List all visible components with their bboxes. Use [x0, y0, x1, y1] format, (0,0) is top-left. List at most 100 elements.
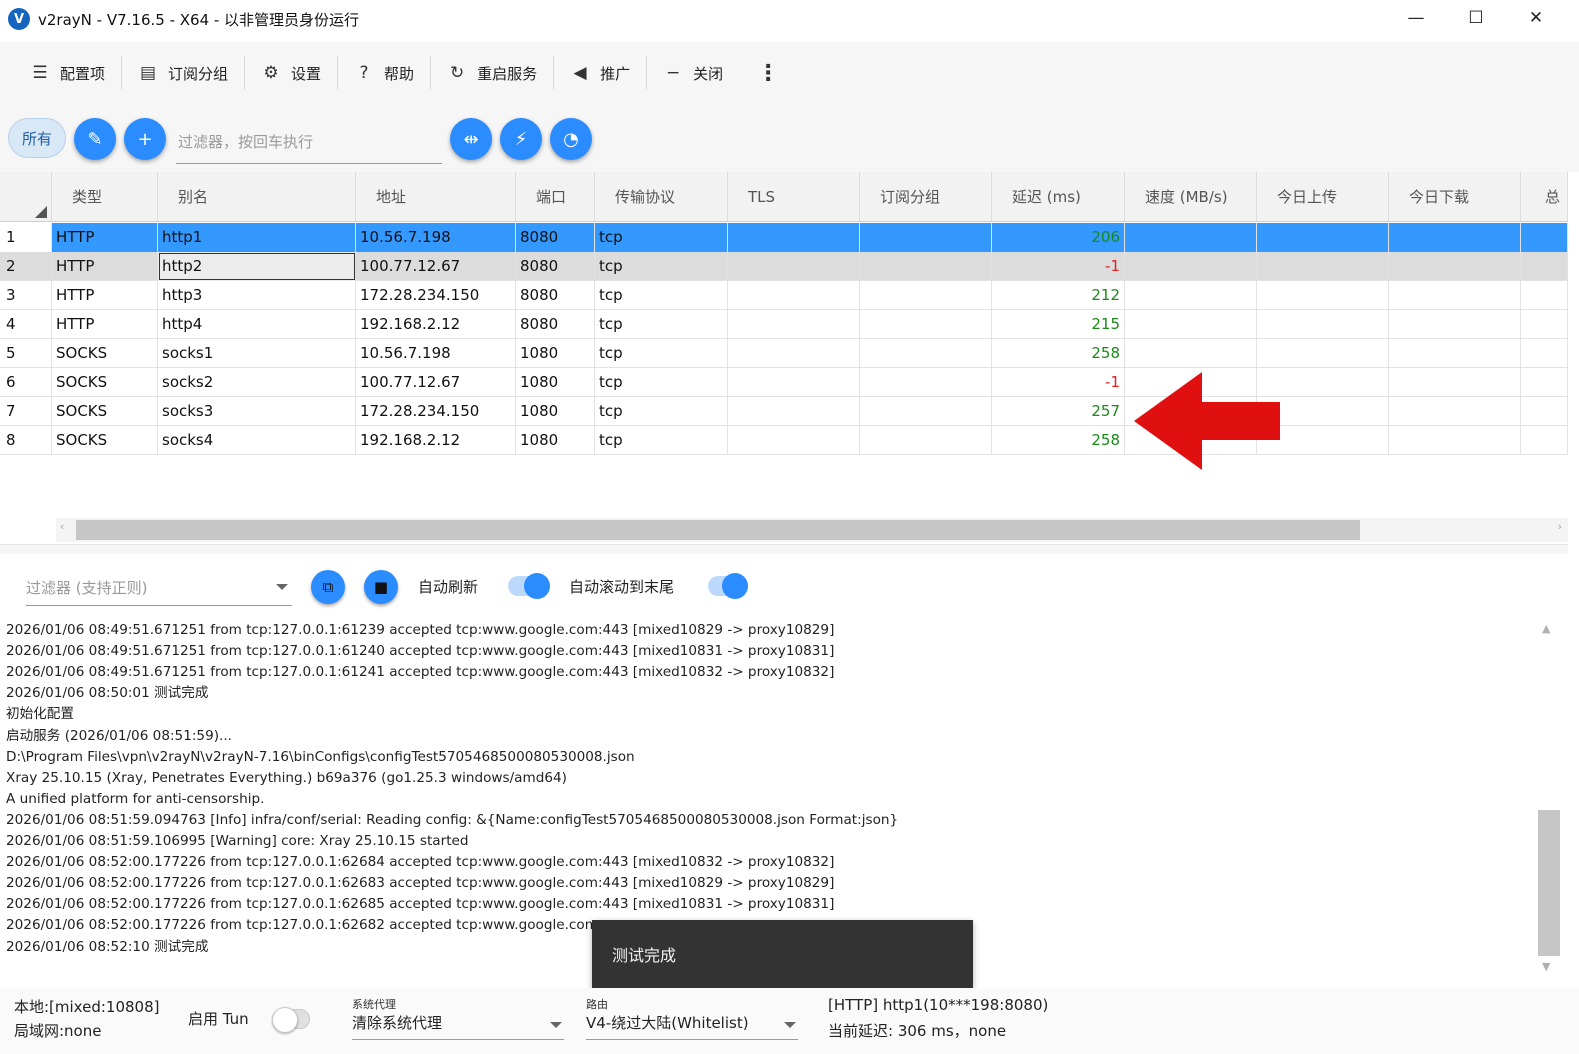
cell-today-down[interactable] — [1389, 426, 1521, 455]
minimize-button[interactable]: — — [1386, 0, 1446, 36]
cell-address[interactable]: 10.56.7.198 — [356, 339, 516, 368]
cell-type[interactable]: SOCKS — [52, 397, 158, 426]
cell-type[interactable]: SOCKS — [52, 339, 158, 368]
cell-type[interactable]: HTTP — [52, 310, 158, 339]
cell-today-down[interactable] — [1389, 252, 1521, 281]
cell-speed[interactable] — [1125, 310, 1257, 339]
cell-address[interactable]: 100.77.12.67 — [356, 368, 516, 397]
clear-log-button[interactable]: ■ — [364, 570, 398, 604]
cell-transport[interactable]: tcp — [595, 426, 728, 455]
cell-today-up[interactable] — [1257, 339, 1389, 368]
cell-total[interactable] — [1521, 368, 1568, 397]
column-header-address[interactable]: 地址 — [356, 172, 516, 222]
log-vertical-scrollbar[interactable]: ▲ ▼ — [1538, 618, 1560, 978]
table-row[interactable]: 6 SOCKS socks2 100.77.12.67 1080 tcp -1 — [0, 368, 1568, 397]
column-header-subgroup[interactable]: 订阅分组 — [860, 172, 992, 222]
cell-subgroup[interactable] — [860, 310, 992, 339]
cell-total[interactable] — [1521, 310, 1568, 339]
column-header-transport[interactable]: 传输协议 — [595, 172, 728, 222]
cell-today-up[interactable] — [1257, 252, 1389, 281]
column-header-port[interactable]: 端口 — [516, 172, 595, 222]
log-filter-combobox[interactable]: 过滤器 (支持正则) — [26, 570, 292, 606]
cell-today-up[interactable] — [1257, 281, 1389, 310]
row-number[interactable]: 7 — [0, 397, 52, 426]
cell-tls[interactable] — [728, 281, 860, 310]
cell-delay[interactable]: 212 — [992, 281, 1125, 310]
cell-transport[interactable]: tcp — [595, 281, 728, 310]
cell-total[interactable] — [1521, 281, 1568, 310]
scroll-right-icon[interactable]: › — [1558, 520, 1562, 533]
cell-subgroup[interactable] — [860, 223, 992, 252]
column-header-alias[interactable]: 别名 — [158, 172, 356, 222]
cell-port[interactable]: 1080 — [516, 368, 595, 397]
cell-alias[interactable]: http1 — [158, 223, 356, 252]
cell-today-down[interactable] — [1389, 397, 1521, 426]
row-number[interactable]: 8 — [0, 426, 52, 455]
cell-delay[interactable]: 215 — [992, 310, 1125, 339]
cell-alias[interactable]: http2 — [158, 252, 356, 281]
cell-speed[interactable] — [1125, 339, 1257, 368]
row-number[interactable]: 4 — [0, 310, 52, 339]
cell-subgroup[interactable] — [860, 339, 992, 368]
tun-toggle[interactable] — [272, 1007, 310, 1033]
server-filter-input[interactable] — [176, 120, 442, 164]
cell-alias[interactable]: http4 — [158, 310, 356, 339]
routing-select[interactable]: V4-绕过大陆(Whitelist) — [586, 1012, 798, 1040]
cell-type[interactable]: HTTP — [52, 223, 158, 252]
table-row[interactable]: 3 HTTP http3 172.28.234.150 8080 tcp 212 — [0, 281, 1568, 310]
scroll-up-icon[interactable]: ▲ — [1542, 622, 1550, 635]
cell-transport[interactable]: tcp — [595, 223, 728, 252]
cell-delay[interactable]: 258 — [992, 339, 1125, 368]
table-row[interactable]: 4 HTTP http4 192.168.2.12 8080 tcp 215 — [0, 310, 1568, 339]
cell-address[interactable]: 10.56.7.198 — [356, 223, 516, 252]
cell-transport[interactable]: tcp — [595, 397, 728, 426]
select-all-corner[interactable] — [0, 172, 52, 222]
quick-test-button[interactable]: ⚡ — [500, 118, 542, 160]
cell-address[interactable]: 172.28.234.150 — [356, 397, 516, 426]
cell-subgroup[interactable] — [860, 281, 992, 310]
cell-port[interactable]: 1080 — [516, 426, 595, 455]
cell-tls[interactable] — [728, 426, 860, 455]
cell-today-up[interactable] — [1257, 310, 1389, 339]
log-output[interactable]: 2026/01/06 08:49:51.671251 from tcp:127.… — [0, 618, 1536, 960]
cell-delay[interactable]: -1 — [992, 252, 1125, 281]
cell-tls[interactable] — [728, 339, 860, 368]
scroll-down-icon[interactable]: ▼ — [1542, 960, 1550, 973]
cell-port[interactable]: 8080 — [516, 252, 595, 281]
cell-today-down[interactable] — [1389, 310, 1521, 339]
speed-test-button[interactable]: ◔ — [550, 118, 592, 160]
table-row[interactable]: 7 SOCKS socks3 172.28.234.150 1080 tcp 257 — [0, 397, 1568, 426]
system-proxy-select[interactable]: 清除系统代理 — [352, 1012, 564, 1040]
scrollbar-thumb[interactable] — [76, 520, 1360, 540]
scrollbar-thumb[interactable] — [1538, 810, 1560, 956]
cell-total[interactable] — [1521, 223, 1568, 252]
cell-today-up[interactable] — [1257, 223, 1389, 252]
cell-tls[interactable] — [728, 397, 860, 426]
cell-tls[interactable] — [728, 252, 860, 281]
column-header-today-up[interactable]: 今日上传 — [1257, 172, 1389, 222]
table-row[interactable]: 8 SOCKS socks4 192.168.2.12 1080 tcp 258 — [0, 426, 1568, 455]
row-number[interactable]: 1 — [0, 223, 52, 252]
scroll-left-icon[interactable]: ‹ — [60, 520, 64, 533]
table-row[interactable]: 2 HTTP http2 100.77.12.67 8080 tcp -1 — [0, 252, 1568, 281]
column-header-total[interactable]: 总 — [1521, 172, 1568, 222]
cell-address[interactable]: 172.28.234.150 — [356, 281, 516, 310]
cell-today-down[interactable] — [1389, 368, 1521, 397]
cell-total[interactable] — [1521, 397, 1568, 426]
row-number[interactable]: 5 — [0, 339, 52, 368]
cell-address[interactable]: 192.168.2.12 — [356, 426, 516, 455]
toolbar-restart-button[interactable]: ↻ 重启服务 — [431, 42, 553, 104]
row-number[interactable]: 3 — [0, 281, 52, 310]
cell-type[interactable]: HTTP — [52, 252, 158, 281]
row-number[interactable]: 2 — [0, 252, 52, 281]
cell-subgroup[interactable] — [860, 397, 992, 426]
toolbar-settings-button[interactable]: ⚙ 设置 — [245, 42, 337, 104]
column-header-delay[interactable]: 延迟 (ms) — [992, 172, 1125, 222]
cell-today-down[interactable] — [1389, 339, 1521, 368]
close-window-button[interactable]: ✕ — [1506, 0, 1566, 36]
cell-delay[interactable]: 258 — [992, 426, 1125, 455]
column-header-speed[interactable]: 速度 (MB/s) — [1125, 172, 1257, 222]
cell-transport[interactable]: tcp — [595, 339, 728, 368]
row-number[interactable]: 6 — [0, 368, 52, 397]
cell-alias[interactable]: http3 — [158, 281, 356, 310]
